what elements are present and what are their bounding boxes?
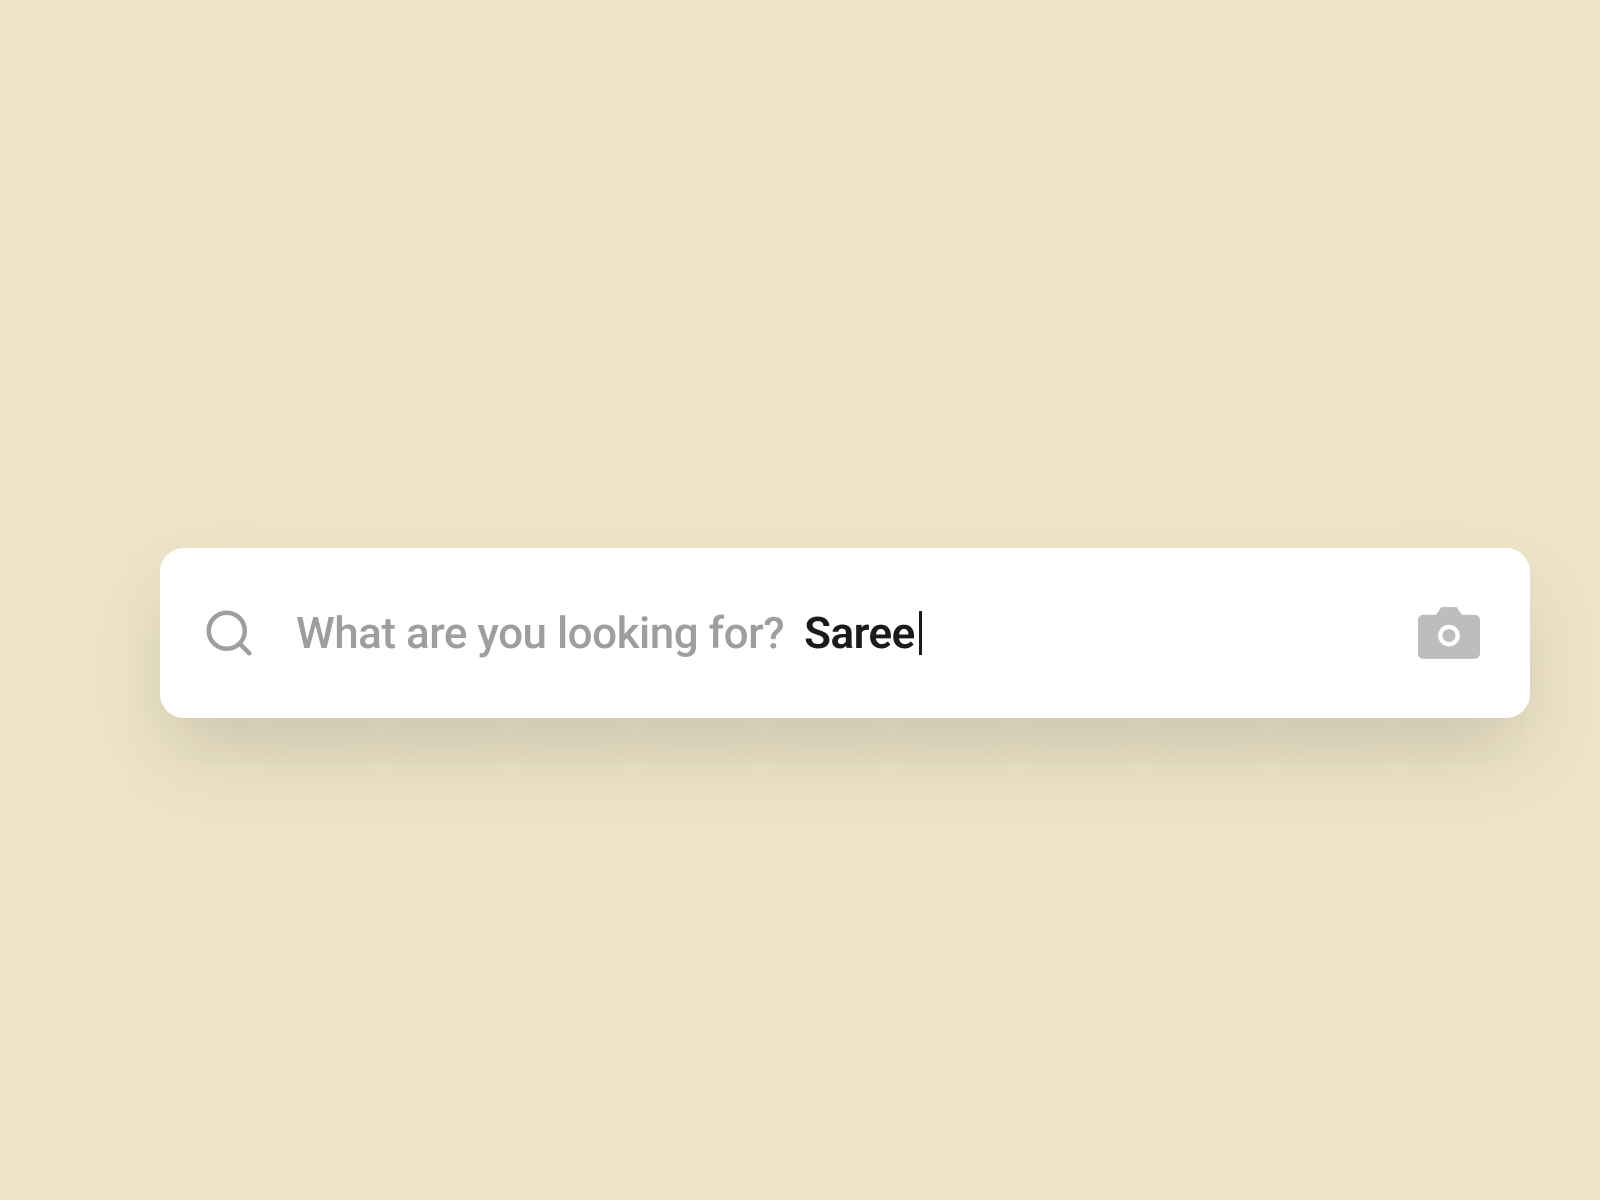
search-input[interactable]: What are you looking for? Saree [296,607,1418,659]
search-bar[interactable]: What are you looking for? Saree [160,548,1530,718]
text-cursor [919,611,922,655]
search-icon [202,606,256,660]
search-value: Saree [804,607,922,659]
camera-icon[interactable] [1418,606,1480,660]
search-placeholder: What are you looking for? [296,607,784,659]
